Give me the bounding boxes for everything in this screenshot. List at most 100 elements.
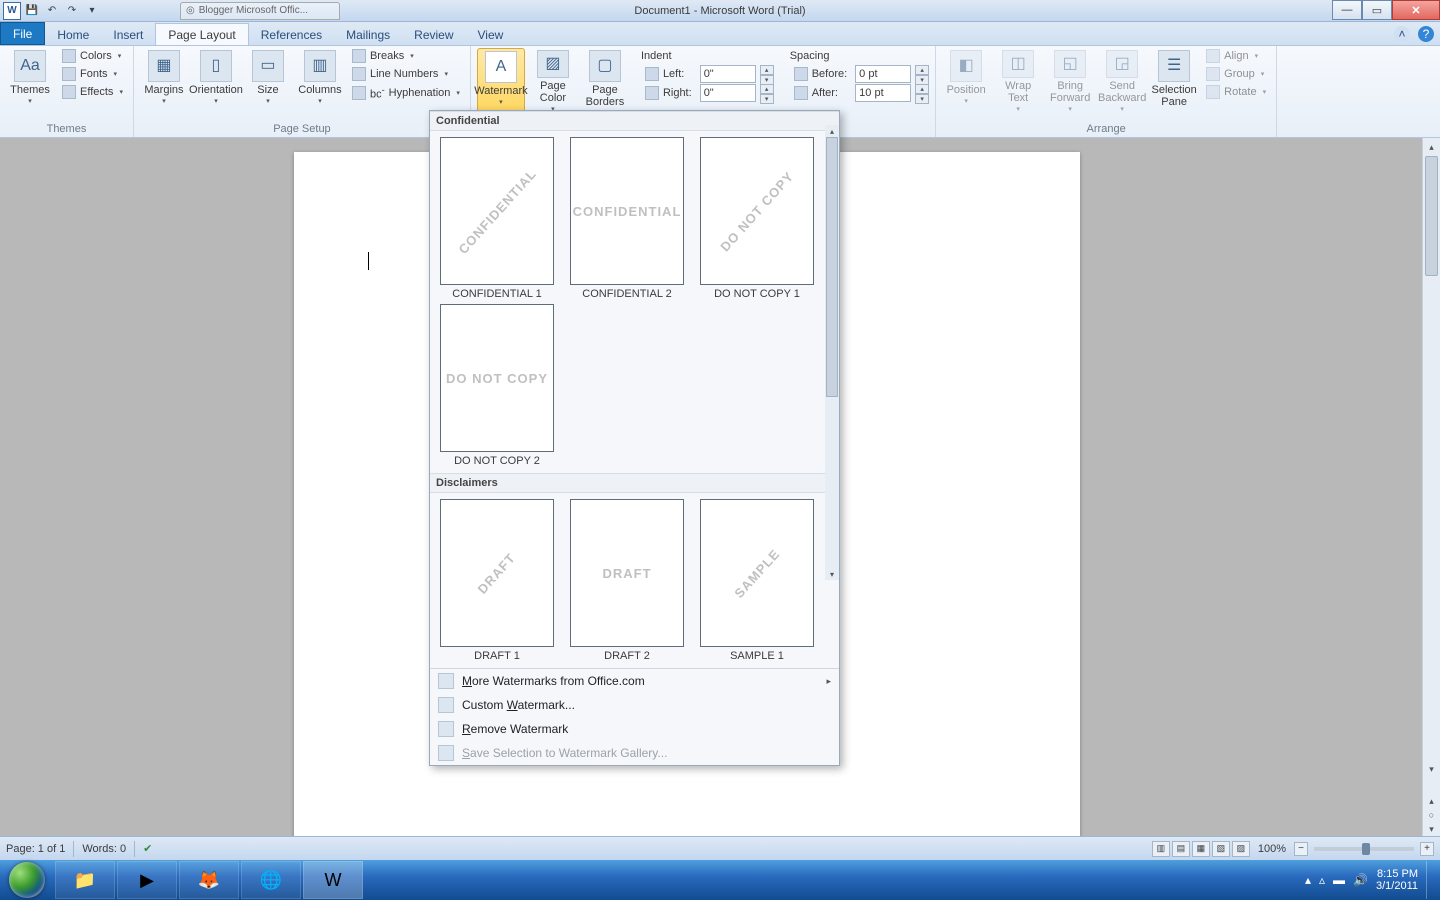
qat-customize-icon[interactable]: ▾ — [84, 3, 100, 19]
save-icon[interactable]: 💾 — [24, 3, 40, 19]
rotate-button[interactable]: Rotate▾ — [1202, 84, 1270, 100]
indent-left-input[interactable]: 0" — [700, 65, 756, 83]
status-page[interactable]: Page: 1 of 1 — [6, 843, 65, 855]
tab-review[interactable]: Review — [402, 24, 465, 45]
proofing-icon[interactable]: ✔ — [143, 842, 152, 855]
watermark-gallery-item[interactable]: CONFIDENTIALCONFIDENTIAL 2 — [562, 135, 692, 302]
view-draft-icon[interactable]: ▨ — [1232, 841, 1250, 857]
send-backward-button[interactable]: ◲Send Backward▾ — [1098, 48, 1146, 116]
scroll-thumb[interactable] — [826, 137, 838, 397]
browse-object-icon[interactable]: ○ — [1423, 808, 1440, 822]
window-title: Document1 - Microsoft Word (Trial) — [634, 5, 805, 17]
align-button[interactable]: Align▾ — [1202, 48, 1270, 64]
scroll-down-icon[interactable]: ▾ — [825, 568, 839, 580]
fonts-button[interactable]: Fonts▾ — [58, 66, 127, 82]
view-outline-icon[interactable]: ▧ — [1212, 841, 1230, 857]
browse-prev-icon[interactable]: ▴ — [1423, 794, 1440, 808]
status-words[interactable]: Words: 0 — [82, 843, 126, 855]
breaks-icon — [352, 49, 366, 63]
more-watermarks-menu-item[interactable]: More Watermarks from Office.com▸ — [430, 669, 839, 693]
gallery-section-confidential: Confidential — [430, 111, 839, 131]
watermark-gallery-item[interactable]: DO NOT COPYDO NOT COPY 1 — [692, 135, 822, 302]
breaks-button[interactable]: Breaks▾ — [348, 48, 464, 64]
tray-show-hidden-icon[interactable]: ▴ — [1305, 873, 1311, 887]
columns-button[interactable]: ▥Columns▾ — [296, 48, 344, 116]
gallery-scrollbar[interactable]: ▴ ▾ — [825, 125, 839, 580]
wrap-text-button[interactable]: ◫Wrap Text▾ — [994, 48, 1042, 116]
scroll-up-icon[interactable]: ▴ — [1423, 138, 1440, 156]
start-button[interactable] — [0, 860, 54, 900]
scroll-thumb[interactable] — [1425, 156, 1438, 276]
tab-page-layout[interactable]: Page Layout — [155, 23, 248, 45]
group-button[interactable]: Group▾ — [1202, 66, 1270, 82]
spinner[interactable]: ▴▾ — [915, 65, 929, 83]
zoom-level[interactable]: 100% — [1258, 843, 1286, 855]
taskbar-word[interactable]: W — [303, 861, 363, 899]
view-print-layout-icon[interactable]: ▥ — [1152, 841, 1170, 857]
minimize-button[interactable] — [1332, 0, 1362, 20]
position-button[interactable]: ◧Position▾ — [942, 48, 990, 116]
watermark-gallery-item[interactable]: DRAFTDRAFT 2 — [562, 497, 692, 664]
spinner[interactable]: ▴▾ — [915, 84, 929, 102]
vertical-scrollbar[interactable]: ▴ ▾ ▴ ○ ▾ — [1422, 138, 1440, 836]
scroll-up-icon[interactable]: ▴ — [825, 125, 839, 137]
tab-references[interactable]: References — [249, 24, 334, 45]
orientation-button[interactable]: ▯Orientation▾ — [192, 48, 240, 116]
tab-view[interactable]: View — [466, 24, 516, 45]
themes-button[interactable]: AaThemes▾ — [6, 48, 54, 116]
redo-icon[interactable]: ↷ — [64, 3, 80, 19]
zoom-out-button[interactable]: − — [1294, 842, 1308, 856]
tab-file[interactable]: File — [0, 22, 45, 45]
maximize-button[interactable] — [1362, 0, 1392, 20]
tab-mailings[interactable]: Mailings — [334, 24, 402, 45]
page-color-button[interactable]: ▨Page Color▾ — [529, 48, 577, 116]
spacing-after-input[interactable]: 10 pt — [855, 84, 911, 102]
indent-header: Indent — [641, 50, 756, 64]
taskbar-explorer[interactable]: 📁 — [55, 861, 115, 899]
tray-volume-icon[interactable]: 🔊 — [1353, 873, 1368, 887]
watermark-gallery-item[interactable]: SAMPLESAMPLE 1 — [692, 497, 822, 664]
spinner[interactable]: ▴▾ — [760, 65, 774, 83]
watermark-gallery-item[interactable]: DRAFTDRAFT 1 — [432, 497, 562, 664]
tray-clock[interactable]: 8:15 PM 3/1/2011 — [1376, 868, 1418, 892]
tab-home[interactable]: Home — [45, 24, 101, 45]
show-desktop-button[interactable] — [1426, 861, 1434, 899]
scroll-down-icon[interactable]: ▾ — [1423, 760, 1440, 778]
background-browser-tab[interactable]: ◎Blogger Microsoft Offic... — [180, 2, 340, 20]
tray-flag-icon[interactable]: ▵ — [1319, 873, 1325, 887]
line-numbers-icon — [352, 67, 366, 81]
browse-next-icon[interactable]: ▾ — [1423, 822, 1440, 836]
line-numbers-button[interactable]: Line Numbers▾ — [348, 66, 464, 82]
tab-insert[interactable]: Insert — [101, 24, 155, 45]
remove-watermark-menu-item[interactable]: Remove Watermark — [430, 717, 839, 741]
undo-icon[interactable]: ↶ — [44, 3, 60, 19]
page-borders-button[interactable]: ▢Page Borders — [581, 48, 629, 116]
group-icon — [1206, 67, 1220, 81]
watermark-gallery-item[interactable]: DO NOT COPYDO NOT COPY 2 — [432, 302, 562, 469]
spinner[interactable]: ▴▾ — [760, 84, 774, 102]
effects-button[interactable]: Effects▾ — [58, 84, 127, 100]
taskbar-firefox[interactable]: 🦊 — [179, 861, 239, 899]
hyphenation-button[interactable]: bc- Hyphenation▾ — [348, 84, 464, 102]
size-button[interactable]: ▭Size▾ — [244, 48, 292, 116]
tray-network-icon[interactable]: ▬ — [1333, 873, 1345, 887]
taskbar-media-player[interactable]: ▶ — [117, 861, 177, 899]
watermark-button[interactable]: AWatermark▾ — [477, 48, 525, 116]
spacing-before-input[interactable]: 0 pt — [855, 65, 911, 83]
taskbar-chrome[interactable]: 🌐 — [241, 861, 301, 899]
watermark-gallery-item[interactable]: CONFIDENTIALCONFIDENTIAL 1 — [432, 135, 562, 302]
watermark-thumbnail: DO NOT COPY — [700, 137, 814, 285]
view-web-icon[interactable]: ▦ — [1192, 841, 1210, 857]
zoom-slider[interactable] — [1314, 847, 1414, 851]
help-icon[interactable]: ? — [1418, 26, 1434, 42]
zoom-in-button[interactable]: + — [1420, 842, 1434, 856]
colors-button[interactable]: Colors▾ — [58, 48, 127, 64]
margins-button[interactable]: ▦Margins▾ — [140, 48, 188, 116]
view-full-screen-icon[interactable]: ▤ — [1172, 841, 1190, 857]
selection-pane-button[interactable]: ☰Selection Pane — [1150, 48, 1198, 116]
bring-forward-button[interactable]: ◱Bring Forward▾ — [1046, 48, 1094, 116]
indent-right-input[interactable]: 0" — [700, 84, 756, 102]
close-button[interactable] — [1392, 0, 1440, 20]
custom-watermark-menu-item[interactable]: Custom Watermark... — [430, 693, 839, 717]
minimize-ribbon-icon[interactable]: ˄ — [1394, 26, 1410, 42]
